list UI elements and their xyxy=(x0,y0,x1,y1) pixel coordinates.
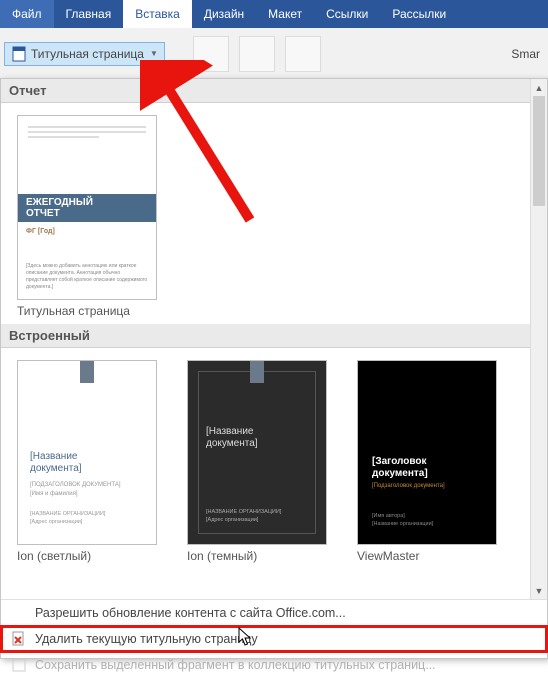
tab-design[interactable]: Дизайн xyxy=(192,0,256,28)
ribbon-other-buttons xyxy=(193,36,321,72)
ion-light-ft1: [НАЗВАНИЕ ОРГАНИЗАЦИИ] xyxy=(30,511,105,517)
ion-light-sub: [ПОДЗАГОЛОВОК ДОКУМЕНТА] xyxy=(30,482,121,488)
gallery-scrollbar[interactable]: ▲ ▼ xyxy=(530,79,547,599)
vm-ft1: [Имя автора] xyxy=(372,513,405,519)
tab-references[interactable]: Ссылки xyxy=(314,0,380,28)
remove-cover-icon xyxy=(11,631,27,647)
scroll-up-icon[interactable]: ▲ xyxy=(531,79,547,96)
annual-line2: ОТЧЕТ xyxy=(26,208,60,219)
smartart-button[interactable]: Smar xyxy=(507,47,544,61)
smartart-label: Smar xyxy=(511,47,540,61)
online-pictures-button[interactable] xyxy=(285,36,321,72)
tab-home[interactable]: Главная xyxy=(54,0,124,28)
ion-light-sub2: [Имя и фамилия] xyxy=(30,491,78,497)
menu-office-update[interactable]: Разрешить обновление контента с сайта Of… xyxy=(1,600,547,626)
vm-title2: документа] xyxy=(372,468,428,479)
tab-insert[interactable]: Вставка xyxy=(123,0,192,28)
vm-ft2: [Название организации] xyxy=(372,521,433,527)
chevron-down-icon: ▼ xyxy=(150,49,158,58)
tab-layout[interactable]: Макет xyxy=(256,0,314,28)
ribbon-tabs: Файл Главная Вставка Дизайн Макет Ссылки… xyxy=(0,0,548,28)
template-annual-report[interactable]: ЕЖЕГОДНЫЙ ОТЧЕТ ФГ [Год] [Здесь можно до… xyxy=(17,115,157,318)
ion-dark-ft2: [Адрес организации] xyxy=(206,517,258,523)
ribbon: Титульная страница ▼ Smar xyxy=(0,28,548,80)
tab-file[interactable]: Файл xyxy=(0,0,54,28)
save-selection-icon xyxy=(11,657,27,673)
menu-save-selection: Сохранить выделенный фрагмент в коллекци… xyxy=(1,652,547,678)
table-button[interactable] xyxy=(193,36,229,72)
template-ion-light[interactable]: [Название документа] [ПОДЗАГОЛОВОК ДОКУМ… xyxy=(17,360,157,563)
template-ion-dark[interactable]: [Название документа] [НАЗВАНИЕ ОРГАНИЗАЦ… xyxy=(187,360,327,563)
vm-caption: ViewMaster xyxy=(357,549,497,563)
section-builtin-header: Встроенный xyxy=(1,324,547,348)
gallery-menu: Разрешить обновление контента с сайта Of… xyxy=(1,599,547,678)
section-report-header: Отчет xyxy=(1,79,547,103)
menu-remove-cover-label: Удалить текущую титульную страницу xyxy=(35,632,258,646)
ion-light-ft2: [Адрес организации] xyxy=(30,519,82,525)
annual-footer: [Здесь можно добавить аннотацию или крат… xyxy=(26,263,148,291)
menu-office-update-label: Разрешить обновление контента с сайта Of… xyxy=(35,606,346,620)
ion-dark-ft1: [НАЗВАНИЕ ОРГАНИЗАЦИИ] xyxy=(206,509,281,515)
menu-save-selection-label: Сохранить выделенный фрагмент в коллекци… xyxy=(35,658,436,672)
cover-page-button[interactable]: Титульная страница ▼ xyxy=(4,42,165,66)
annual-caption: Титульная страница xyxy=(17,304,157,318)
ion-dark-title2: документа] xyxy=(206,438,258,449)
annual-line1: ЕЖЕГОДНЫЙ xyxy=(26,197,93,208)
tab-mailings[interactable]: Рассылки xyxy=(380,0,458,28)
vm-title1: [Заголовок xyxy=(372,456,427,467)
ion-light-title2: документа] xyxy=(30,463,82,474)
vm-sub: [Подзаголовок документа] xyxy=(372,483,445,489)
annual-sub: ФГ [Год] xyxy=(26,228,55,235)
scroll-thumb[interactable] xyxy=(533,96,545,206)
cover-page-label: Титульная страница xyxy=(31,47,144,61)
ion-dark-caption: Ion (темный) xyxy=(187,549,327,563)
cover-page-gallery: ▲ ▼ Отчет ЕЖЕГОДНЫЙ ОТЧЕТ ФГ [Год] [Здес… xyxy=(0,78,548,659)
template-viewmaster[interactable]: [Заголовок документа] [Подзаголовок доку… xyxy=(357,360,497,563)
scroll-down-icon[interactable]: ▼ xyxy=(531,582,547,599)
cover-page-icon xyxy=(11,46,27,62)
ion-light-caption: Ion (светлый) xyxy=(17,549,157,563)
menu-remove-cover[interactable]: Удалить текущую титульную страницу xyxy=(1,626,547,652)
ion-dark-title1: [Название xyxy=(206,426,253,437)
pictures-button[interactable] xyxy=(239,36,275,72)
ion-light-title1: [Название xyxy=(30,451,77,462)
